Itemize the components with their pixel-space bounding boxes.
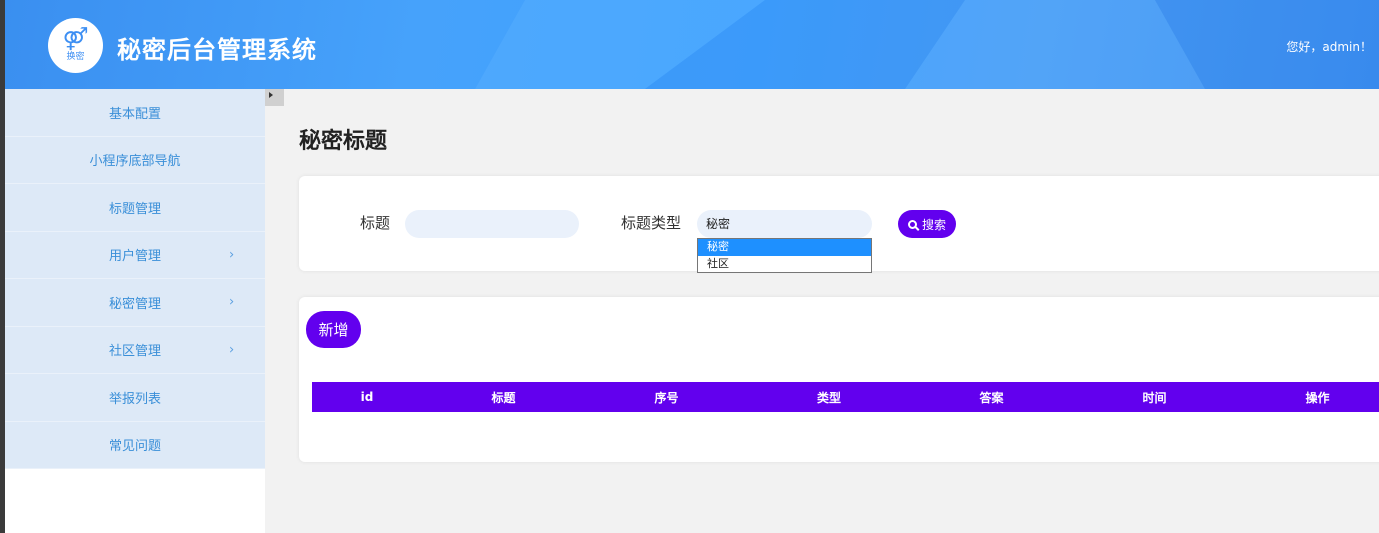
caret-right-icon (268, 92, 273, 98)
search-button-label: 搜索 (921, 217, 946, 232)
sidebar-item-faq[interactable]: 常见问题 (5, 421, 265, 469)
column-header-id[interactable]: id (312, 390, 422, 404)
column-header-answer[interactable]: 答案 (910, 389, 1073, 406)
page-title: 秘密标题 (299, 129, 388, 154)
user-greeting[interactable]: 您好，admin！ (1286, 38, 1372, 55)
sidebar-item-report-list[interactable]: 举报列表 (5, 374, 265, 422)
column-header-type[interactable]: 类型 (748, 389, 910, 406)
sidebar-item-title-manage[interactable]: 标题管理 (5, 184, 265, 232)
sidebar-item-label: 举报列表 (108, 391, 161, 407)
sidebar-item-label: 秘密管理 (108, 296, 161, 312)
table-panel: 新增 id 标题 序号 类型 答案 时间 操作 (299, 297, 1379, 462)
dropdown-option-secret[interactable]: 秘密 (698, 239, 871, 256)
sidebar-item-basic-config[interactable]: 基本配置 (5, 89, 265, 137)
sidebar-item-label: 社区管理 (108, 344, 161, 360)
column-header-title[interactable]: 标题 (422, 389, 585, 406)
table-header: id 标题 序号 类型 答案 时间 操作 (312, 382, 1379, 412)
chevron-right-icon: › (229, 342, 235, 358)
sidebar-item-label: 常见问题 (108, 439, 161, 455)
sidebar-item-label: 标题管理 (108, 201, 161, 217)
sidebar-item-label: 用户管理 (108, 249, 161, 265)
title-type-select[interactable]: 秘密 (697, 210, 872, 238)
sidebar-item-user-manage[interactable]: 用户管理 › (5, 231, 265, 279)
sidebar-item-community-manage[interactable]: 社区管理 › (5, 326, 265, 374)
logo-text: 换密 (66, 52, 85, 62)
column-header-time[interactable]: 时间 (1073, 389, 1236, 406)
sidebar-item-label: 基本配置 (108, 106, 161, 122)
sidebar-item-tabbar-nav[interactable]: 小程序底部导航 (5, 136, 265, 184)
sidebar-item-label: 小程序底部导航 (89, 154, 181, 170)
sidebar: 基本配置 小程序底部导航 标题管理 用户管理 › 秘密管理 › 社区管理 › 举… (5, 89, 265, 533)
add-button[interactable]: 新增 (306, 311, 361, 348)
chevron-right-icon: › (229, 247, 235, 263)
chevron-right-icon: › (229, 294, 235, 310)
gender-symbol-icon: ⚤ (62, 27, 89, 52)
column-header-actions[interactable]: 操作 (1236, 389, 1379, 406)
sidebar-item-secret-manage[interactable]: 秘密管理 › (5, 279, 265, 327)
title-label: 标题 (360, 214, 391, 232)
app-logo: ⚤ 换密 (48, 18, 103, 73)
search-icon (907, 219, 917, 229)
dropdown-option-community[interactable]: 社区 (698, 256, 871, 273)
title-type-label: 标题类型 (621, 214, 682, 232)
title-search-input[interactable] (405, 210, 579, 238)
top-header: ⚤ 换密 秘密后台管理系统 您好，admin！ (5, 0, 1379, 89)
column-header-order[interactable]: 序号 (585, 389, 748, 406)
app-title: 秘密后台管理系统 (117, 36, 317, 64)
sidebar-toggle-button[interactable] (265, 89, 284, 106)
title-type-dropdown: 秘密 社区 (697, 238, 872, 273)
search-button[interactable]: 搜索 (898, 210, 956, 238)
